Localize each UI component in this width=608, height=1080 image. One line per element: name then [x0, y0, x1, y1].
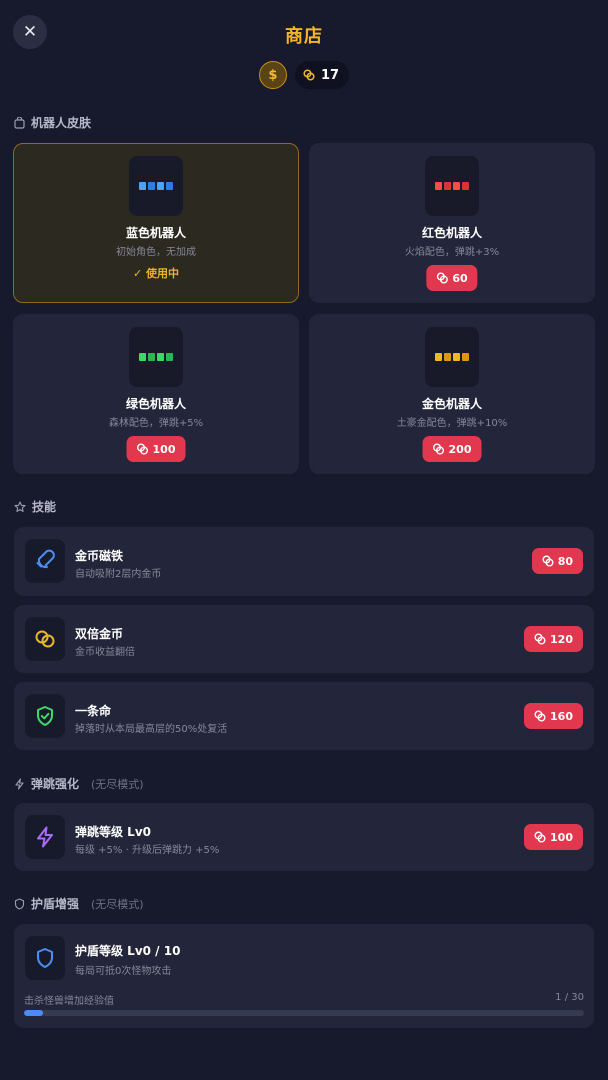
price-label: 100: [550, 830, 573, 844]
coin-icon: [303, 69, 315, 81]
skill-desc: 掉落时从本局最高层的50%处复活: [75, 724, 228, 735]
gold-robot-sprite-icon: [425, 327, 479, 387]
buy-red-robot-button[interactable]: 60: [426, 265, 478, 291]
skin-desc: 森林配色，弹跳+5%: [108, 418, 204, 429]
skill-desc: 自动吸附2层内金币: [75, 569, 162, 580]
skins-section-title: 机器人皮肤: [31, 116, 92, 130]
shield-check-icon: [25, 694, 65, 738]
coin-icon: [542, 555, 554, 567]
jump-section-subtitle: (无尽模式): [91, 777, 144, 791]
buy-double-coin-button[interactable]: 120: [524, 626, 583, 652]
progress-count: 1 / 30: [555, 992, 584, 1003]
page-title: 商店: [285, 26, 323, 47]
exp-progress-bar: [24, 1010, 584, 1016]
coin-icon: [534, 633, 546, 645]
buy-extra-life-button[interactable]: 160: [524, 703, 583, 729]
skill-desc: 金币收益翻倍: [75, 647, 135, 658]
coin-icon: [436, 272, 448, 284]
price-label: 160: [550, 709, 573, 723]
buy-green-robot-button[interactable]: 100: [126, 436, 186, 462]
coin-icon: [534, 710, 546, 722]
skin-name: 蓝色机器人: [125, 226, 186, 240]
skin-card-red[interactable]: 红色机器人 火焰配色，弹跳+3% 60: [309, 143, 595, 303]
skills-section-header: 技能: [14, 498, 56, 515]
red-robot-sprite-icon: [425, 156, 479, 216]
price-label: 60: [452, 271, 468, 285]
coin-count: 17: [320, 67, 340, 83]
blue-robot-sprite-icon: [129, 156, 183, 216]
skin-desc: 火焰配色，弹跳+3%: [404, 247, 500, 258]
jump-level-desc: 每级 +5% · 升级后弹跳力 +5%: [75, 845, 220, 856]
skill-row-double-coin[interactable]: 双倍金币 金币收益翻倍 120: [14, 605, 594, 673]
price-label: 100: [152, 442, 176, 456]
skin-desc: 初始角色，无加成: [116, 247, 196, 258]
price-label: 200: [448, 442, 472, 456]
dollar-icon: $: [258, 61, 287, 89]
skin-name: 绿色机器人: [125, 397, 186, 411]
skin-desc: 土豪金配色，弹跳+10%: [396, 418, 508, 429]
exp-progress-fill: [24, 1010, 43, 1016]
skills-section-title: 技能: [32, 500, 57, 514]
skin-name: 红色机器人: [421, 226, 482, 240]
skill-name: 一条命: [75, 704, 112, 718]
jump-level-row[interactable]: 弹跳等级 Lv0 每级 +5% · 升级后弹跳力 +5% 100: [14, 803, 594, 871]
progress-label: 击杀怪兽增加经验值: [24, 996, 114, 1007]
bag-icon: [14, 116, 25, 129]
in-use-badge: ✓ 使用中: [132, 267, 180, 280]
price-label: 80: [557, 554, 573, 568]
skin-card-green[interactable]: 绿色机器人 森林配色，弹跳+5% 100: [13, 314, 299, 474]
shield-level-card: 护盾等级 Lv0 / 10 每局可抵0次怪物攻击 击杀怪兽增加经验值 1 / 3…: [14, 924, 594, 1028]
upgrade-jump-button[interactable]: 100: [524, 824, 583, 850]
lightning-icon: [15, 777, 24, 790]
lightning-icon: [25, 815, 65, 859]
buy-magnet-button[interactable]: 80: [531, 548, 583, 574]
buy-gold-robot-button[interactable]: 200: [422, 436, 482, 462]
double-coin-icon: [25, 617, 65, 661]
skill-row-magnet[interactable]: 金币磁铁 自动吸附2层内金币 80: [14, 527, 594, 596]
coin-icon: [534, 831, 546, 843]
coin-balance: 17: [294, 61, 350, 89]
shield-icon: [14, 897, 25, 910]
jump-level-name: 弹跳等级 Lv0: [75, 825, 151, 839]
currency-row: $ 17: [0, 60, 608, 90]
star-icon: [14, 500, 26, 512]
skin-name: 金色机器人: [421, 397, 482, 411]
jump-section-title: 弹跳强化: [31, 777, 80, 791]
jump-section-header: 弹跳强化 (无尽模式): [14, 775, 144, 792]
shield-icon: [25, 936, 65, 980]
skins-section-header: 机器人皮肤: [14, 114, 91, 131]
shield-section-title: 护盾增强: [31, 897, 80, 911]
skill-name: 金币磁铁: [75, 549, 124, 563]
coin-icon: [137, 443, 149, 455]
coin-icon: [433, 443, 445, 455]
price-label: 120: [550, 632, 573, 646]
green-robot-sprite-icon: [129, 327, 183, 387]
shield-level-name: 护盾等级 Lv0 / 10: [75, 944, 181, 958]
shield-level-desc: 每局可抵0次怪物攻击: [75, 966, 172, 977]
skill-row-extra-life[interactable]: 一条命 掉落时从本局最高层的50%处复活 160: [14, 682, 594, 750]
skin-card-gold[interactable]: 金色机器人 土豪金配色，弹跳+10% 200: [309, 314, 595, 474]
magnet-icon: [25, 539, 65, 583]
skin-card-blue[interactable]: 蓝色机器人 初始角色，无加成 ✓ 使用中: [13, 143, 299, 303]
shield-section-subtitle: (无尽模式): [91, 897, 144, 911]
skill-name: 双倍金币: [75, 627, 124, 641]
shield-section-header: 护盾增强 (无尽模式): [14, 895, 144, 912]
